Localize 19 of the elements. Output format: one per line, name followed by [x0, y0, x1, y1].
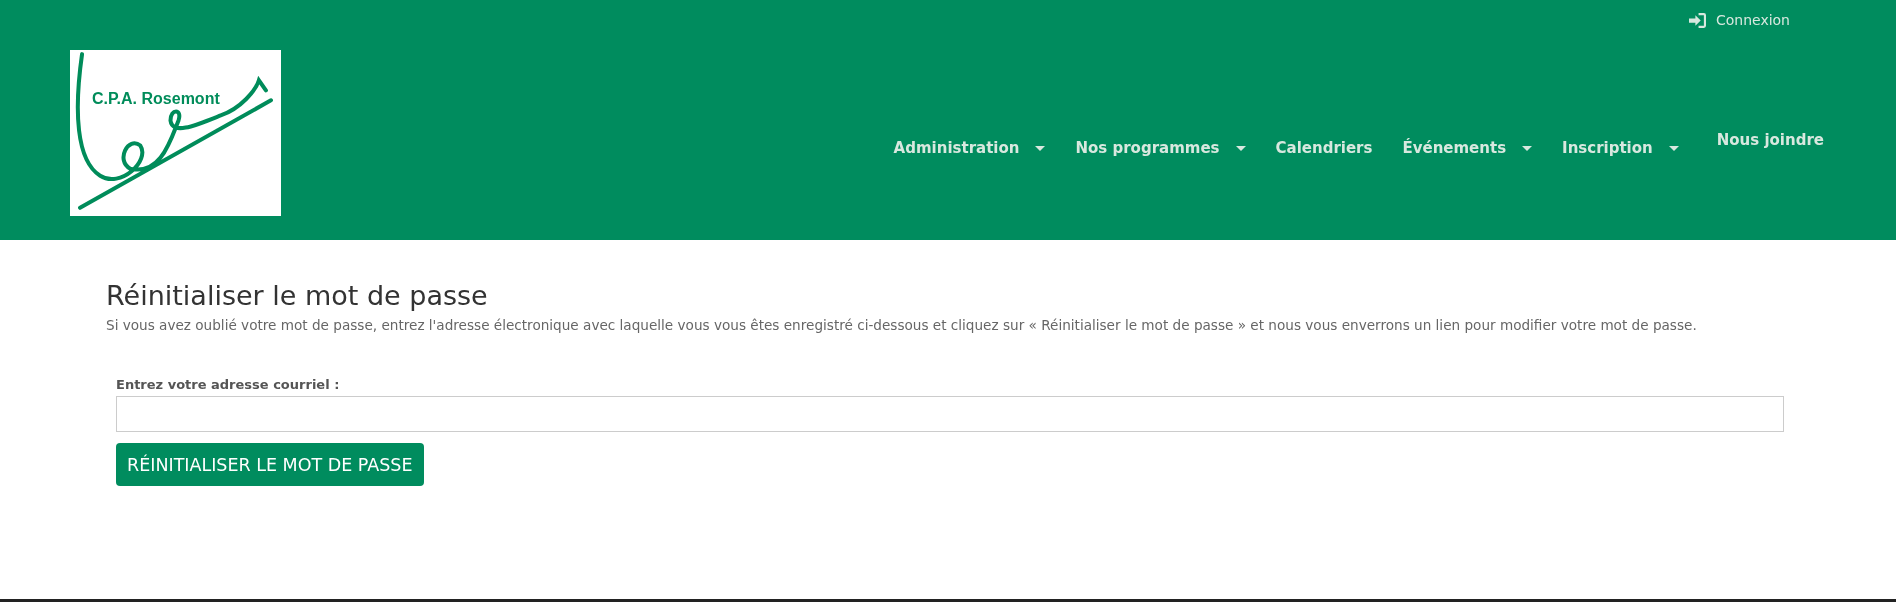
reset-password-button[interactable]: RÉINITIALISER LE MOT DE PASSE — [116, 443, 424, 486]
nav-link[interactable]: Événements — [1402, 139, 1533, 157]
caret-icon — [1522, 145, 1533, 151]
login-link[interactable]: Connexion — [1688, 12, 1790, 28]
nav-link[interactable]: Nos programmes — [1075, 139, 1246, 157]
caret-icon — [1668, 145, 1679, 151]
sign-in-icon — [1688, 12, 1706, 28]
nav-link[interactable]: Administration — [893, 139, 1046, 157]
page-title: Réinitialiser le mot de passe — [106, 280, 489, 311]
nav-link[interactable]: Nous joindre — [1716, 131, 1824, 149]
field-label: Entrez votre adresse courriel : — [116, 377, 340, 392]
nav-link[interactable]: Calendriers — [1275, 139, 1373, 157]
logo-text: C.P.A. Rosemont — [92, 90, 220, 108]
logo[interactable]: C.P.A. Rosemont — [70, 50, 281, 216]
nav-link[interactable]: Inscription — [1562, 139, 1679, 157]
caret-icon — [1235, 145, 1246, 151]
email-input-field[interactable] — [116, 396, 1784, 432]
description-text: Si vous avez oublié votre mot de passe, entrez l'adresse électronique avec laquelle vous vous êtes enregistré ci-dessous et cliquez sur « Réinitialiser le mot de passe » et nous vous enverrons un lien pour modifier votre mot de passe. — [106, 317, 1698, 333]
caret-icon — [1035, 145, 1046, 151]
